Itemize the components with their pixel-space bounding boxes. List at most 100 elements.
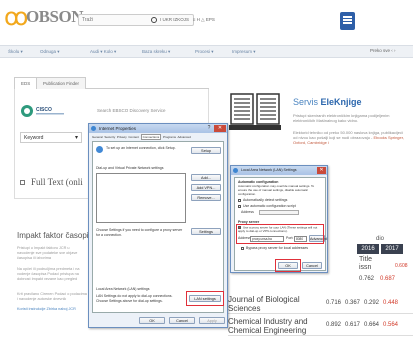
help-icon[interactable]: ? (205, 125, 213, 132)
dialog-titlebar: Internet Properties ? ✕ (89, 124, 227, 133)
apply-button[interactable]: Apply (199, 317, 225, 324)
highlight-box (275, 259, 301, 272)
book-menu-icon[interactable] (340, 12, 355, 30)
lan-panel: Automatic configuration Automatic config… (234, 177, 327, 272)
internet-properties-dialog: Internet Properties ? ✕ General Security… (88, 123, 228, 328)
auto-detect-option[interactable]: Automatically detect settings (238, 198, 287, 203)
tab-advanced[interactable]: Advanced (177, 135, 190, 139)
dialog-tabs: General Security Privacy Content Connect… (92, 134, 191, 140)
nav-item[interactable]: Odnuga ▾ (40, 49, 60, 55)
bypass-option[interactable]: Bypass proxy server for local addresses (241, 246, 308, 251)
table-cell: 0.687 (380, 276, 396, 282)
bypass-label: Bypass proxy server for local addresses (246, 246, 309, 250)
ok-button[interactable]: OK (139, 317, 165, 324)
tab-security[interactable]: Security (104, 135, 115, 139)
table-cell: 0.892 (326, 322, 342, 328)
lan-cancel-button[interactable]: Cancel (302, 262, 322, 269)
fulltext-option[interactable]: Full Text (onli (20, 177, 83, 187)
logo-knot-icon: ꝏ (4, 4, 28, 31)
tab-privacy[interactable]: Privacy (117, 135, 127, 139)
tab-content[interactable]: Content (128, 135, 139, 139)
open-book-icon (229, 93, 281, 130)
col-header-2016: 2016 (357, 244, 379, 254)
table-row[interactable]: Chemical Industry and Chemical Engineeri… (228, 315, 413, 336)
table-cell: 0.664 (364, 322, 380, 328)
use-script-option[interactable]: Use automatic configuration script (238, 204, 296, 209)
top-links[interactable]: I UKR IZKOJS ≡ H △ EPS (160, 17, 215, 23)
search-tabs: EDS Publication Finder (14, 75, 209, 89)
lan-settings-dialog: Local Area Network (LAN) Settings ✕ Auto… (230, 165, 328, 273)
highlight-box (186, 291, 224, 306)
settings-button[interactable]: Settings (191, 228, 221, 235)
auto-detect-checkbox[interactable] (238, 198, 241, 202)
table-cell: 0.367 (345, 300, 361, 306)
servis-title-prefix: Servis (293, 97, 321, 107)
use-script-checkbox[interactable] (238, 204, 241, 208)
table-cell: 0.564 (383, 322, 399, 328)
impact-paragraph: Krit pravilano Cirenen Podaci o podacima… (17, 292, 87, 301)
tab-publication-finder[interactable]: Publication Finder (36, 77, 87, 89)
keyword-value: Keyword (24, 135, 44, 141)
col-header-2017: 2017 (381, 244, 403, 254)
site-logo[interactable]: ꝏ OBSON (4, 4, 83, 31)
fulltext-checkbox[interactable] (20, 180, 25, 186)
tab-connections[interactable]: Connections (140, 134, 162, 140)
nav-item[interactable]: Školu ▾ (8, 49, 23, 55)
search-input[interactable] (79, 15, 149, 25)
pager[interactable]: Preko sve ‹ › (370, 48, 396, 53)
add-button[interactable]: Add... (191, 174, 221, 181)
ie-icon (91, 126, 96, 131)
cisco-label: CISCO (36, 107, 52, 113)
address-label: Address (241, 210, 254, 214)
add-vpn-button[interactable]: Add VPN... (191, 184, 221, 191)
nav-item[interactable]: Impresum ▾ (232, 49, 256, 55)
nav-item[interactable]: Procesi ▾ (195, 49, 214, 55)
table-row[interactable]: Journal of Biological Sciences 0.716 0.3… (228, 293, 413, 314)
close-icon[interactable]: ✕ (214, 125, 226, 132)
table-cell-red: 0.608 (395, 263, 408, 269)
nav-item[interactable]: Baza skreku ▾ (142, 49, 170, 55)
main-nav: Školu ▾ Odnuga ▾ Audi ▾ Kolo ▾ Baza skre… (0, 45, 413, 58)
servis-title: Servis EleKnjige (293, 97, 362, 107)
servis-title-bold: EleKnjige (320, 97, 362, 107)
table-cell: 0.617 (345, 322, 361, 328)
dialup-list[interactable] (96, 173, 186, 223)
impact-link[interactable]: Koristi instrukcije Zbirka naboj JCR (17, 307, 87, 312)
keyword-select[interactable]: Keyword ▾ (20, 132, 82, 143)
table-label: dio (376, 236, 385, 242)
script-address-field[interactable] (259, 210, 299, 215)
logo-text: OBSON (25, 7, 84, 26)
highlight-box (236, 224, 324, 244)
close-icon[interactable]: ✕ (317, 167, 326, 174)
lan-dialog-titlebar: Local Area Network (LAN) Settings ✕ (231, 166, 327, 175)
table-cell: 0.448 (383, 300, 399, 306)
auto-detect-label: Automatically detect settings (243, 198, 288, 202)
servis-bullet: Pristupi skeniranih elektroničkim knjiga… (293, 113, 390, 123)
tab-eds[interactable]: EDS (14, 77, 38, 89)
dialup-label: Dial-up and Virtual Private Network sett… (96, 166, 164, 170)
globe-icon (96, 146, 103, 153)
lan-label: Local Area Network (LAN) settings (96, 287, 150, 291)
ebsco-label: Search EBSCO Discovery Service (97, 108, 166, 113)
search-icon[interactable] (151, 17, 157, 23)
table-cell: 0.292 (364, 300, 380, 306)
auto-config-text: Automatic configuration may override man… (238, 184, 315, 196)
fulltext-label: Full Text (onli (31, 177, 83, 187)
tab-general[interactable]: General (92, 135, 103, 139)
proxy-text: Choose Settings if you need to configure… (96, 228, 183, 237)
impact-title: Impakt faktor časopis (17, 231, 93, 240)
servis-bullet: Elektorid tehniko od preko 50.000 naslov… (293, 130, 405, 145)
table-cell: 0.762 (359, 276, 375, 282)
cancel-button[interactable]: Cancel (169, 317, 195, 324)
nav-item[interactable]: Audi ▾ Kolo ▾ (90, 49, 116, 55)
ie-icon (233, 168, 238, 173)
remove-button[interactable]: Remove... (191, 194, 221, 201)
title-cell: Title issn (359, 256, 372, 271)
setup-button[interactable]: Setup (191, 147, 221, 154)
tab-programs[interactable]: Programs (163, 135, 176, 139)
bypass-checkbox[interactable] (241, 246, 244, 250)
cisco-logo: CISCO (21, 105, 64, 117)
connections-panel: To set up an Internet connection, click … (92, 141, 224, 313)
lan-dialog-title: Local Area Network (LAN) Settings (241, 168, 297, 172)
impact-paragraph: Na opčei ili područjima predmeta i na vo… (17, 267, 80, 281)
